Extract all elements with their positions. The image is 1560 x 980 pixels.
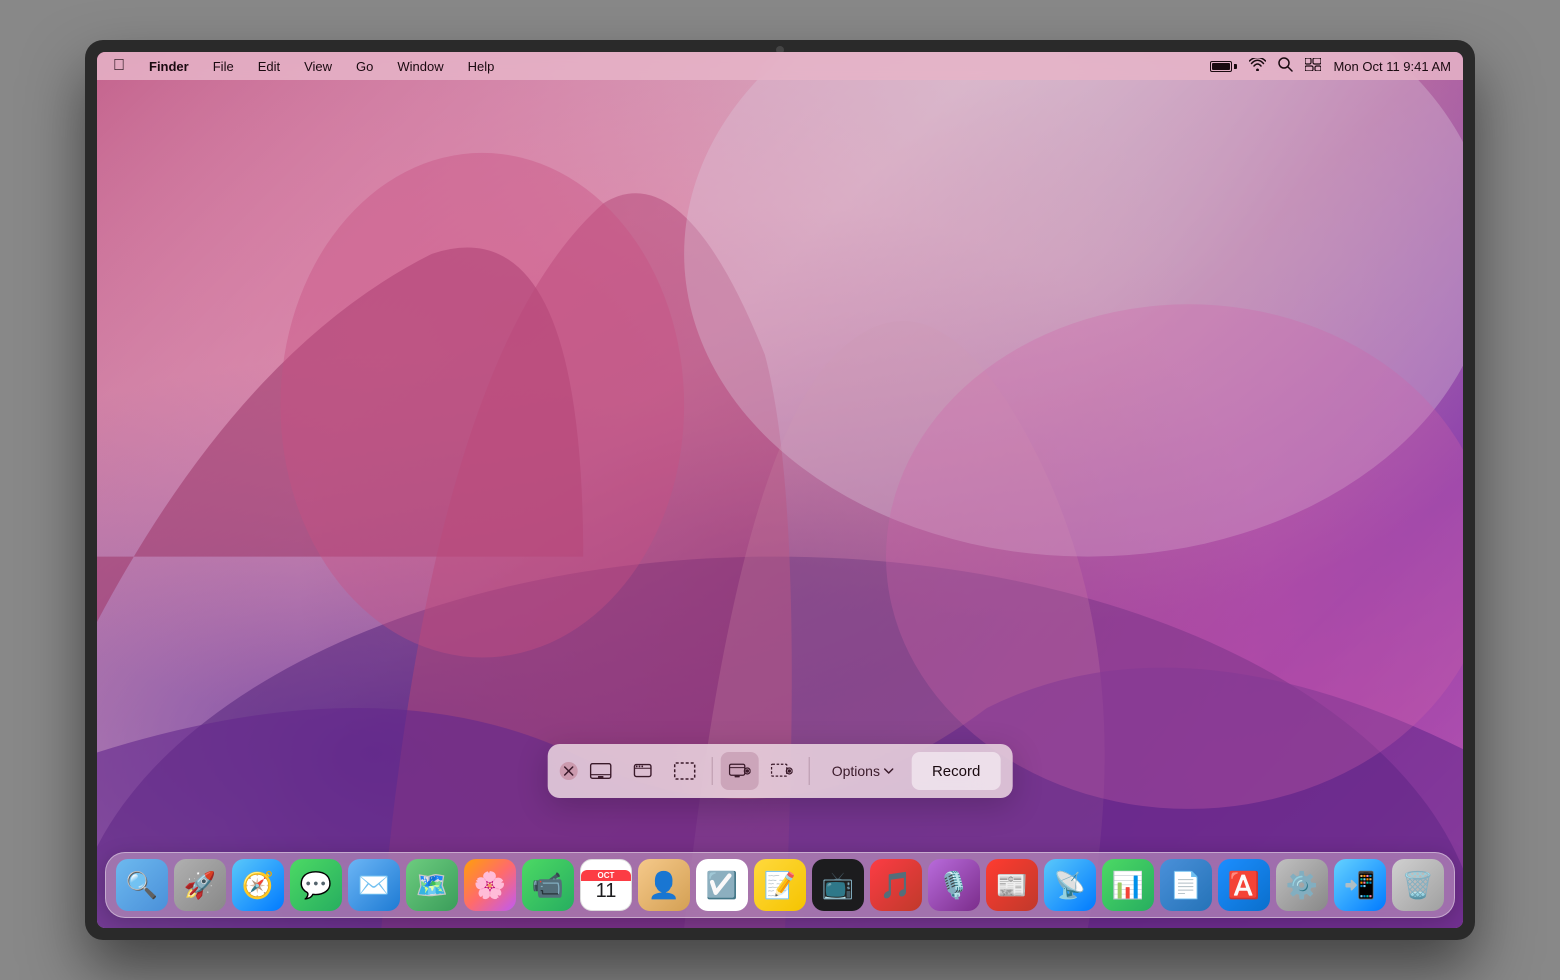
dock-item-reminders[interactable]: ☑️ <box>696 859 748 911</box>
record-portion-button[interactable] <box>763 752 801 790</box>
apple-menu[interactable]:  <box>109 55 129 77</box>
dock-item-facetime[interactable]: 📹 <box>522 859 574 911</box>
dock-item-music[interactable]: 🎵 <box>870 859 922 911</box>
capture-entire-screen-button[interactable] <box>582 752 620 790</box>
dock-item-mail[interactable]: ✉️ <box>348 859 400 911</box>
dock-item-appletv[interactable]: 📺 <box>812 859 864 911</box>
battery-icon <box>1210 61 1237 72</box>
menubar-file[interactable]: File <box>209 57 238 76</box>
dock-item-appstore[interactable]: 🅰️ <box>1218 859 1270 911</box>
record-button[interactable]: Record <box>912 752 1000 790</box>
record-label: Record <box>932 763 980 780</box>
dock-item-settings[interactable]: ⚙️ <box>1276 859 1328 911</box>
dock-item-pages[interactable]: 📄 <box>1160 859 1212 911</box>
macbook-frame:  Finder File Edit View Go Window Help <box>85 40 1475 940</box>
options-button[interactable]: Options <box>818 752 908 790</box>
dock-item-numbers[interactable]: 📊 <box>1102 859 1154 911</box>
wifi-icon[interactable] <box>1249 58 1266 75</box>
options-label: Options <box>832 763 880 779</box>
dock-item-safari[interactable]: 🧭 <box>232 859 284 911</box>
control-center-icon[interactable] <box>1305 58 1321 74</box>
battery-body <box>1210 61 1232 72</box>
dock-item-finder[interactable]: 🔍 <box>116 859 168 911</box>
dock-item-photos[interactable]: 🌸 <box>464 859 516 911</box>
battery-tip <box>1234 64 1237 69</box>
dock-item-airdrop[interactable]: 📡 <box>1044 859 1096 911</box>
capture-window-button[interactable] <box>624 752 662 790</box>
dock-item-airdropreceive[interactable]: 📲 <box>1334 859 1386 911</box>
dock-item-podcasts[interactable]: 🎙️ <box>928 859 980 911</box>
screen:  Finder File Edit View Go Window Help <box>97 52 1463 928</box>
record-screen-button[interactable] <box>721 752 759 790</box>
screenshot-toolbar: Options Record <box>548 744 1013 798</box>
menubar-go[interactable]: Go <box>352 57 377 76</box>
dock-item-trash[interactable]: 🗑️ <box>1392 859 1444 911</box>
menubar-right: Mon Oct 11 9:41 AM <box>1210 57 1451 76</box>
dock-item-contacts[interactable]: 👤 <box>638 859 690 911</box>
dock-item-maps[interactable]: 🗺️ <box>406 859 458 911</box>
dock-item-messages[interactable]: 💬 <box>290 859 342 911</box>
dock-item-launchpad[interactable]: 🚀 <box>174 859 226 911</box>
menubar-left:  Finder File Edit View Go Window Help <box>109 55 498 77</box>
menubar-view[interactable]: View <box>300 57 336 76</box>
dock: 🔍🚀🧭💬✉️🗺️🌸📹 OCT 11 👤☑️📝📺🎵🎙️📰📡📊📄🅰️⚙️📲🗑️ <box>105 852 1455 918</box>
battery-fill <box>1212 63 1230 70</box>
menubar-help[interactable]: Help <box>464 57 499 76</box>
dock-item-notes[interactable]: 📝 <box>754 859 806 911</box>
dock-item-news[interactable]: 📰 <box>986 859 1038 911</box>
close-button[interactable] <box>560 762 578 780</box>
toolbar-separator-1 <box>712 757 713 785</box>
dock-item-calendar[interactable]: OCT 11 <box>580 859 632 911</box>
toolbar-separator-2 <box>809 757 810 785</box>
search-icon[interactable] <box>1278 57 1293 76</box>
capture-portion-button[interactable] <box>666 752 704 790</box>
menubar-finder[interactable]: Finder <box>145 57 193 76</box>
menubar:  Finder File Edit View Go Window Help <box>97 52 1463 80</box>
datetime: Mon Oct 11 9:41 AM <box>1333 59 1451 74</box>
menubar-window[interactable]: Window <box>393 57 447 76</box>
menubar-edit[interactable]: Edit <box>254 57 284 76</box>
